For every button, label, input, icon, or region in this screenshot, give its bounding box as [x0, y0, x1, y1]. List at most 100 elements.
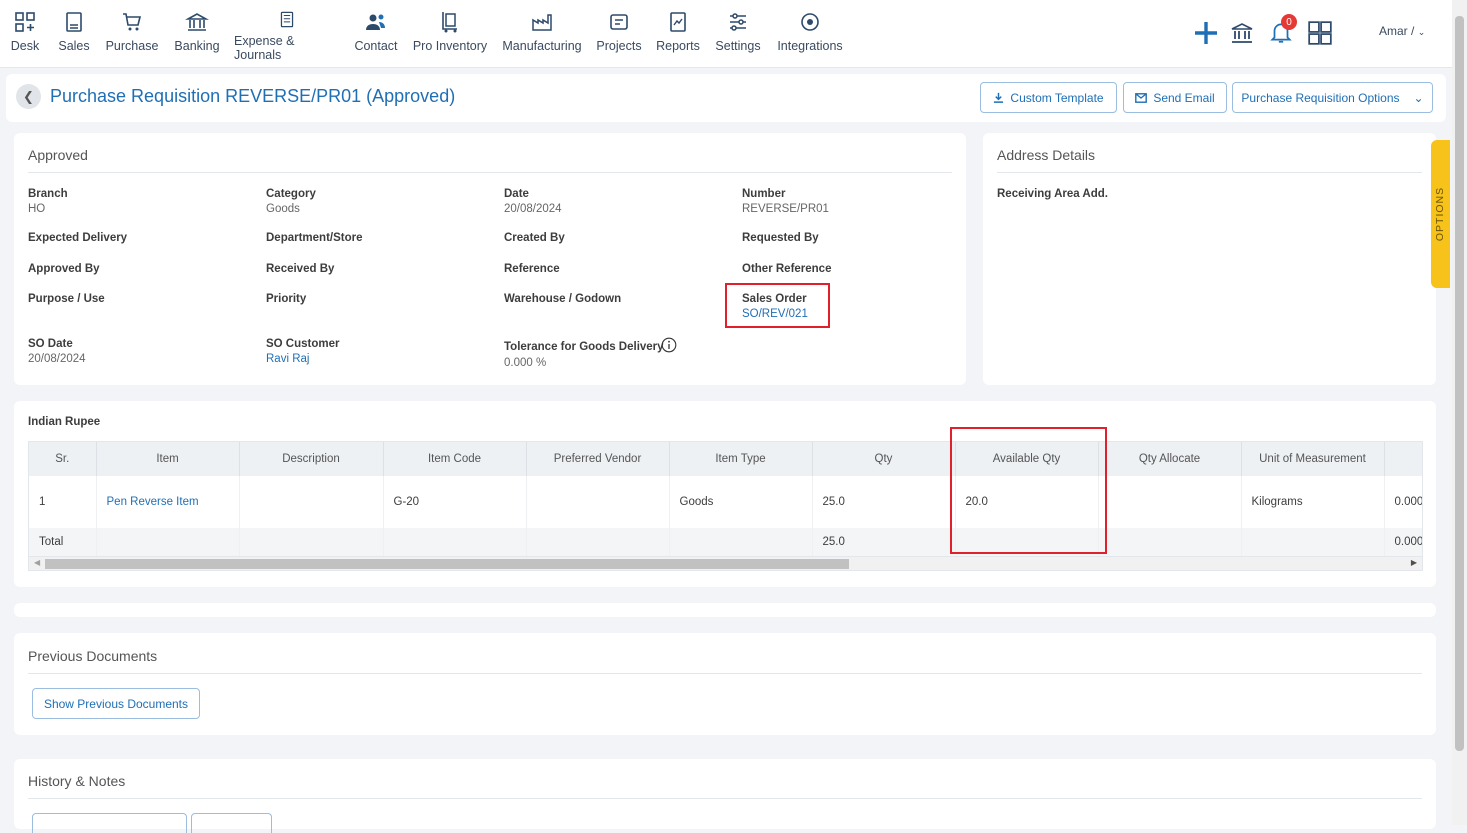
nav-label: Integrations — [777, 39, 843, 53]
reports-chart-icon — [670, 12, 686, 32]
priority-label: Priority — [266, 293, 307, 305]
details-card: Approved Branch HO Category Goods Date 2… — [14, 133, 966, 385]
nav-banking[interactable]: Banking — [172, 10, 222, 62]
send-email-button[interactable]: Send Email — [1123, 82, 1227, 113]
so-customer-link[interactable]: Ravi Raj — [266, 353, 309, 365]
divider — [28, 798, 1422, 799]
options-side-tab[interactable]: OPTIONS — [1431, 140, 1450, 288]
cell-empty — [239, 528, 384, 556]
status-section-title: Approved — [28, 147, 88, 163]
bank-branch-icon[interactable] — [1230, 20, 1254, 46]
nav-expense-journals[interactable]: Expense & Journals — [234, 10, 340, 62]
options-tab-label: OPTIONS — [1434, 186, 1447, 242]
nav-purchase[interactable]: Purchase — [104, 10, 160, 62]
created-by-label: Created By — [504, 232, 565, 244]
notes-tab[interactable] — [191, 813, 272, 833]
nav-projects[interactable]: Projects — [596, 10, 642, 62]
scroll-right-arrow-icon[interactable]: ▶ — [1411, 558, 1417, 567]
cell-vendor — [526, 476, 670, 528]
page-scrollbar-thumb[interactable] — [1455, 16, 1464, 751]
table-scrollbar-thumb[interactable] — [45, 559, 849, 569]
date-value: 20/08/2024 — [504, 203, 562, 215]
column-header: Preferred Vendor — [526, 442, 670, 476]
show-previous-documents-button[interactable]: Show Previous Documents — [32, 688, 200, 719]
cell-description — [239, 476, 384, 528]
highlight-box — [950, 427, 1107, 554]
address-card: Address Details Receiving Area Add. — [983, 133, 1436, 385]
cell-item-link[interactable]: Pen Reverse Item — [96, 476, 240, 528]
previous-documents-title: Previous Documents — [28, 648, 158, 664]
factory-icon — [532, 14, 552, 31]
divider — [28, 172, 952, 173]
column-header: Sr. — [29, 442, 97, 476]
table-horizontal-scrollbar[interactable]: ◀ ▶ — [28, 556, 1423, 571]
cell-qty-allocate — [1098, 476, 1242, 528]
tolerance-label: Tolerance for Goods Delivery — [504, 341, 664, 353]
cell-extra: 0.000 — [1384, 476, 1422, 528]
cell-uom: Kilograms — [1241, 476, 1385, 528]
chevron-left-icon: ❮ — [23, 88, 34, 104]
nav-pro-inventory[interactable]: Pro Inventory — [412, 10, 488, 62]
cell-empty — [526, 528, 670, 556]
page-title: Purchase Requisition REVERSE/PR01 (Appro… — [50, 86, 456, 106]
nav-settings[interactable]: Settings — [714, 10, 762, 62]
nav-manufacturing[interactable]: Manufacturing — [500, 10, 584, 62]
notification-badge: 0 — [1281, 14, 1297, 30]
history-notes-card: History & Notes — [14, 759, 1436, 833]
nav-label: Projects — [596, 39, 642, 53]
settings-sliders-icon — [730, 13, 746, 31]
chevron-down-icon: ⌄ — [1417, 27, 1426, 37]
previous-documents-card: Previous Documents Show Previous Documen… — [14, 633, 1436, 735]
nav-label: Sales — [58, 39, 90, 53]
total-label: Total — [29, 528, 97, 556]
info-icon[interactable] — [661, 337, 677, 353]
department-label: Department/Store — [266, 232, 363, 244]
nav-sales[interactable]: Sales — [56, 10, 92, 62]
column-header: Qty — [812, 442, 956, 476]
back-button[interactable]: ❮ — [16, 84, 41, 109]
so-customer-label: SO Customer — [266, 338, 340, 350]
column-header: Unit of Measurement — [1241, 442, 1385, 476]
number-value: REVERSE/PR01 — [742, 203, 829, 215]
approved-by-label: Approved By — [28, 263, 100, 275]
requisition-options-button[interactable]: Purchase Requisition Options ⌄ — [1232, 82, 1433, 113]
column-header: Qty Allocate — [1098, 442, 1242, 476]
column-header: Item — [96, 442, 240, 476]
nav-reports[interactable]: Reports — [654, 10, 702, 62]
nav-label: Pro Inventory — [412, 39, 488, 53]
user-menu[interactable]: Amar / ⌄ — [1379, 24, 1425, 38]
nav-contact[interactable]: Contact — [352, 10, 400, 62]
receiving-area-label: Receiving Area Add. — [997, 188, 1108, 200]
column-header: Item Type — [669, 442, 813, 476]
cell-empty — [383, 528, 527, 556]
nav-label: Purchase — [105, 39, 159, 53]
nav-desk[interactable]: Desk — [8, 10, 42, 62]
items-table: Sr. Item Description Item Code Preferred… — [29, 442, 1422, 556]
address-section-title: Address Details — [997, 147, 1096, 163]
total-extra: 0.000 — [1384, 528, 1422, 556]
nav-label: Desk — [10, 39, 40, 53]
add-plus-icon[interactable] — [1193, 18, 1219, 48]
user-name: Amar / — [1379, 24, 1415, 38]
top-navigation: Desk Sales Purchase Banking Expense & Jo… — [0, 0, 1452, 68]
table-row: 1 Pen Reverse Item G-20 Goods 25.0 20.0 … — [29, 476, 1422, 528]
show-previous-documents-label: Show Previous Documents — [43, 696, 189, 711]
nav-label: Contact — [354, 39, 398, 53]
page-scrollbar[interactable] — [1452, 0, 1467, 825]
history-tab[interactable] — [32, 813, 187, 833]
shopping-cart-icon — [123, 13, 142, 31]
nav-integrations[interactable]: Integrations — [774, 10, 846, 62]
cell-empty — [669, 528, 813, 556]
email-icon — [1135, 92, 1148, 103]
custom-template-button[interactable]: Custom Template — [980, 82, 1117, 113]
scroll-left-arrow-icon[interactable]: ◀ — [34, 558, 40, 567]
inventory-trolley-icon — [442, 12, 457, 33]
title-bar: ❮ Purchase Requisition REVERSE/PR01 (App… — [6, 74, 1446, 122]
apps-grid-icon[interactable] — [1307, 20, 1333, 46]
cell-empty — [96, 528, 240, 556]
divider — [997, 172, 1422, 173]
nav-label: Expense & Journals — [234, 34, 295, 62]
warehouse-label: Warehouse / Godown — [504, 293, 622, 305]
history-notes-title: History & Notes — [28, 773, 126, 789]
number-label: Number — [742, 188, 786, 200]
